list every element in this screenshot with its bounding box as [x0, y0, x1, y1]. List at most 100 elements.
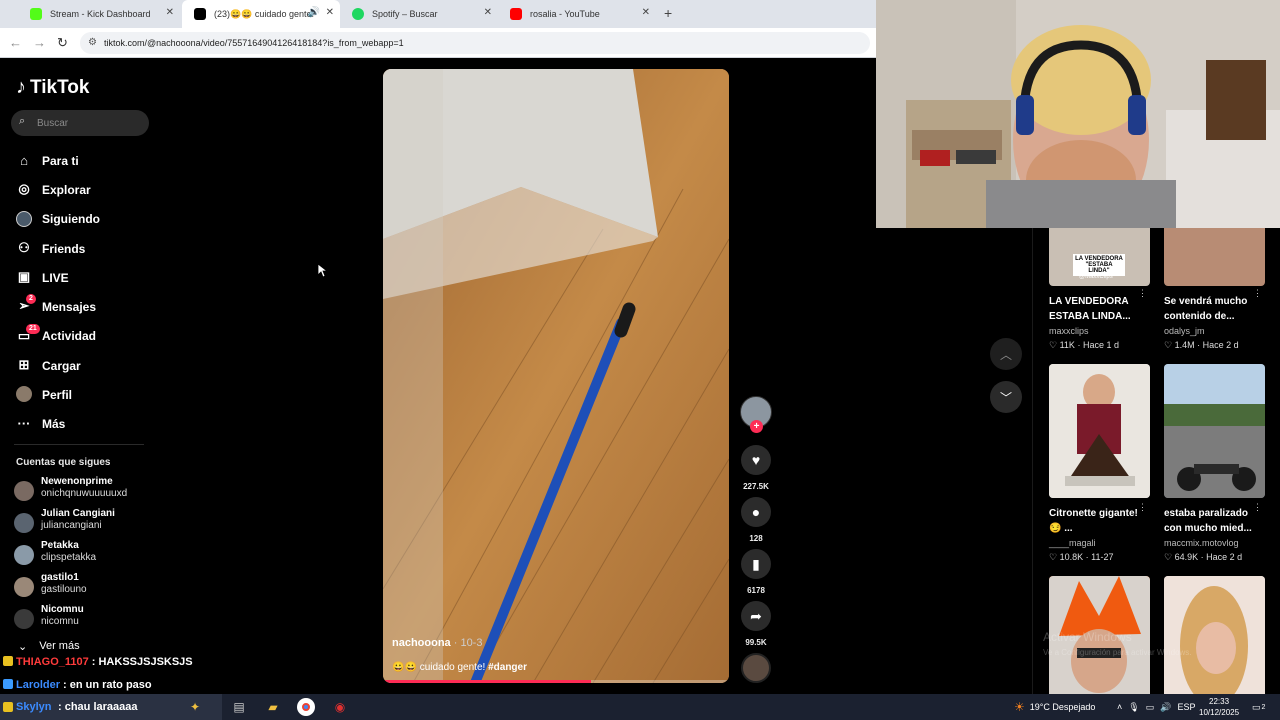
notification-center[interactable]: ▭ 2 [1252, 694, 1265, 720]
bookmark-icon: ▮ [752, 555, 760, 572]
youtube-favicon-icon [510, 8, 522, 20]
more-options-icon[interactable]: ⋮ [1253, 502, 1262, 513]
save-button[interactable]: ▮ [741, 549, 771, 579]
hashtag-link[interactable]: #danger [488, 662, 527, 673]
more-options-icon[interactable]: ⋮ [1253, 288, 1262, 299]
thumbnail-watermark: @MaxxClips [1079, 274, 1113, 280]
following-item[interactable]: Nicomnu nicomnu [14, 604, 174, 636]
tab-youtube[interactable]: rosalia - YouTube ✕ [498, 0, 656, 28]
sidebar-item-explorar[interactable]: ◎ Explorar [14, 175, 154, 204]
network-icon[interactable]: ▭ [1146, 702, 1155, 713]
chat-message: Larolder : en un rato paso [0, 673, 193, 696]
tab-kick-dashboard[interactable]: Stream - Kick Dashboard ✕ [18, 0, 180, 28]
recommended-video-card[interactable] [1164, 576, 1268, 694]
avatar [14, 609, 34, 629]
tab-tiktok[interactable]: (23)😀😀 cuidado gente! # 🔊 ✕ [182, 0, 340, 28]
close-icon[interactable]: ✕ [484, 7, 492, 18]
following-title: Cuentas que sigues [16, 457, 111, 468]
tab-spotify[interactable]: Spotify – Buscar ✕ [340, 0, 498, 28]
following-item[interactable]: Petakka clipspetakka [14, 540, 174, 572]
url-text: tiktok.com/@nachooona/video/755716490412… [104, 38, 404, 48]
sidebar-item-friends[interactable]: ⚇ Friends [14, 234, 154, 263]
like-button[interactable]: ♥ [741, 445, 771, 475]
tiktok-logo[interactable]: ♪ TikTok [16, 76, 89, 99]
reload-icon[interactable]: ↻ [57, 35, 68, 51]
kick-favicon-icon [30, 8, 42, 20]
video-thumbnail: LA VENDEDORA "ESTABA LINDA" @MaxxClips [1049, 228, 1150, 286]
volume-icon[interactable]: 🔊 [1160, 702, 1171, 713]
forward-icon[interactable]: → [33, 35, 46, 50]
weather-widget[interactable]: ☀ 19°C Despejado [1014, 694, 1095, 720]
microphone-icon[interactable]: 🎙 [1128, 702, 1139, 713]
address-bar[interactable]: ⚙ tiktok.com/@nachooona/video/7557164904… [80, 32, 870, 54]
heart-outline-icon: ♡ [1049, 552, 1058, 562]
video-thumbnail [1049, 364, 1150, 498]
task-view-icon[interactable]: ▤ [230, 698, 248, 716]
share-button[interactable]: ➦ [741, 601, 771, 631]
weather-icon: ☀ [1014, 700, 1025, 714]
site-info-icon[interactable]: ⚙ [88, 37, 97, 48]
follow-plus-icon[interactable]: + [750, 420, 763, 433]
close-icon[interactable]: ✕ [166, 7, 174, 18]
comment-count: 128 [749, 534, 763, 543]
avatar [14, 481, 34, 501]
video-stats: ♡ 1.4M · Hace 2 d [1164, 340, 1239, 350]
tiktok-logo-icon: ♪ [16, 76, 26, 98]
obs-icon[interactable]: ◉ [331, 698, 349, 716]
video-stats: ♡ 10.8K · 11-27 [1049, 552, 1114, 562]
following-item[interactable]: Julian Cangiani juliancangiani [14, 508, 174, 540]
windows-activation-watermark: Activar Windows [1043, 630, 1132, 644]
video-progress-bar[interactable] [383, 680, 729, 683]
speaker-icon[interactable]: 🔊 [308, 7, 320, 18]
video-progress-fill [383, 680, 591, 683]
windows-activation-hint: Ve a Configuración para activar Windows. [1043, 648, 1192, 657]
like-count: 227.5K [743, 482, 769, 491]
following-item[interactable]: Newenonprime onichqnuwuuuuuxd [14, 476, 174, 508]
file-explorer-icon[interactable]: ▰ [264, 698, 282, 716]
sidebar-item-actividad[interactable]: ▭ 21 Actividad [14, 322, 154, 351]
close-icon[interactable]: ✕ [642, 7, 650, 18]
recommended-video-card[interactable]: ⋮ estaba paralizado con mucho mied... ma… [1164, 364, 1268, 563]
sidebar-item-perfil[interactable]: Perfil [14, 380, 154, 409]
chrome-icon[interactable] [297, 698, 315, 716]
share-count: 99.5K [745, 638, 767, 647]
chevron-up-icon[interactable]: ˄ [1117, 702, 1122, 712]
video-author[interactable]: nachooona · 10-3 [392, 637, 482, 649]
sidebar-item-para-ti[interactable]: ⌂ Para ti [14, 146, 154, 175]
recommended-video-card[interactable]: ⋮ Se vendrá mucho contenido de... odalys… [1164, 228, 1268, 351]
sidebar-nav: ⌂ Para ti ◎ Explorar Siguiendo ⚇ Friends… [14, 146, 154, 439]
sidebar-item-live[interactable]: ▣ LIVE [14, 263, 154, 292]
browser-tab-bar: Stream - Kick Dashboard ✕ (23)😀😀 cuidado… [0, 0, 876, 28]
close-icon[interactable]: ✕ [326, 7, 334, 18]
sidebar-item-mensajes[interactable]: ➢ 2 Mensajes [14, 292, 154, 321]
recommended-video-card[interactable]: ⋮ Citronette gigante!😏 ... ____magali ♡ … [1049, 364, 1153, 563]
thumbnail-image [1164, 364, 1265, 498]
video-player[interactable]: nachooona · 10-3 😀😀 cuidado gente! #dang… [383, 69, 729, 683]
video-stats: ♡ 64.9K · Hace 2 d [1164, 552, 1243, 562]
sidebar-item-mas[interactable]: ··· Más [14, 410, 154, 439]
comment-button[interactable]: ● [741, 497, 771, 527]
notification-icon: ▭ [1252, 701, 1261, 712]
music-disc-icon[interactable] [741, 653, 771, 683]
more-options-icon[interactable]: ⋮ [1138, 502, 1147, 513]
recommended-video-card[interactable]: LA VENDEDORA "ESTABA LINDA" @MaxxClips ⋮… [1049, 228, 1153, 351]
more-options-icon[interactable]: ⋮ [1138, 288, 1147, 299]
new-tab-icon[interactable]: + [664, 5, 672, 21]
upload-icon: ⊞ [18, 357, 30, 373]
next-video-button[interactable]: ﹀ [990, 381, 1022, 413]
sidebar-item-siguiendo[interactable]: Siguiendo [14, 205, 154, 234]
sidebar-divider [14, 444, 144, 445]
search-input[interactable]: ⌕ Buscar [11, 110, 149, 136]
widgets-icon[interactable]: ✦ [186, 698, 204, 716]
following-item[interactable]: gastilo1 gastilouno [14, 572, 174, 604]
taskbar-clock[interactable]: 22:33 10/12/2025 [1199, 696, 1239, 718]
save-count: 6178 [747, 586, 765, 595]
language-indicator[interactable]: ESP [1177, 702, 1195, 712]
messages-badge: 2 [26, 294, 36, 305]
more-icon: ··· [17, 416, 31, 432]
sidebar-item-cargar[interactable]: ⊞ Cargar [14, 351, 154, 380]
back-icon[interactable]: ← [9, 35, 22, 50]
webcam-overlay [876, 0, 1280, 228]
home-icon: ⌂ [20, 152, 28, 168]
previous-video-button[interactable]: ︿ [990, 338, 1022, 370]
